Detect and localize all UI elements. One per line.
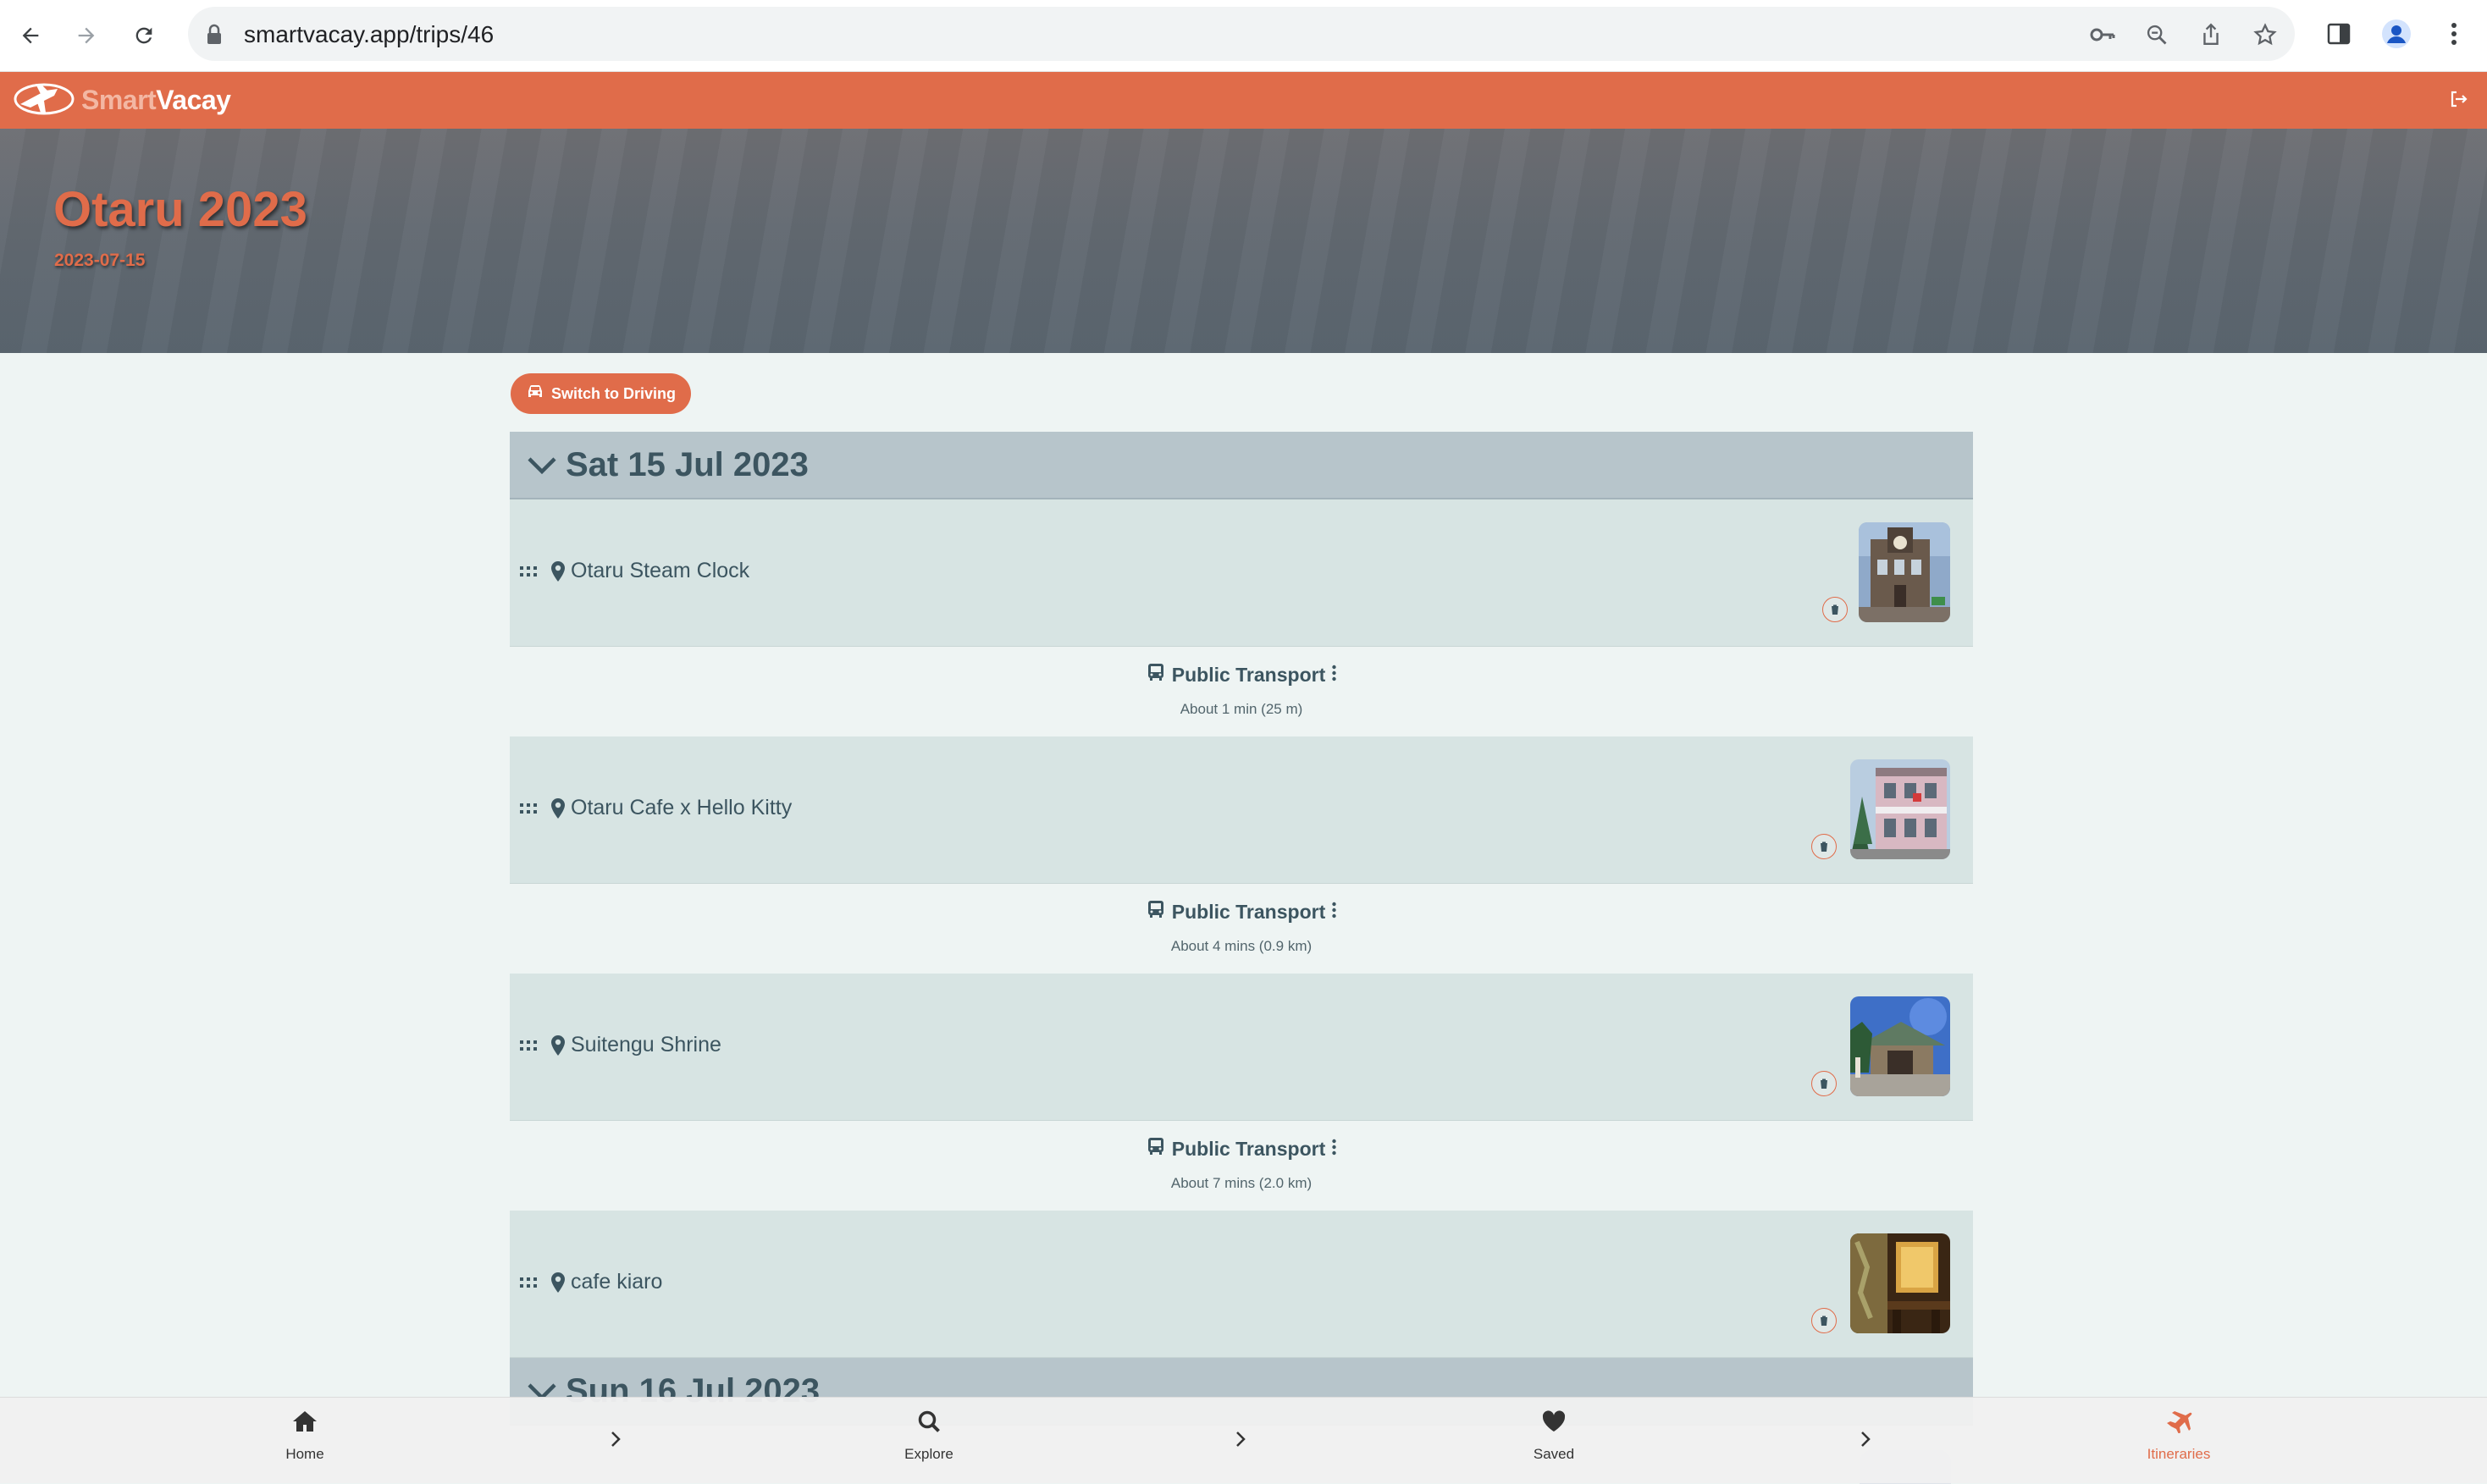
map-pin-icon xyxy=(550,1034,566,1061)
menu-dots-icon[interactable] xyxy=(2437,17,2471,51)
browser-toolbar: smartvacay.app/trips/46 xyxy=(0,0,2487,72)
nav-explore[interactable]: Explore xyxy=(861,1410,997,1463)
transit-segment[interactable]: Public Transport About 7 mins (2.0 km) xyxy=(510,1121,1973,1211)
profile-avatar-icon[interactable] xyxy=(2379,17,2413,51)
forward-icon[interactable] xyxy=(66,15,107,56)
trip-hero-banner: Otaru 2023 2023-07-15 xyxy=(0,129,2487,353)
map-pin-icon xyxy=(550,560,566,587)
home-icon xyxy=(291,1410,318,1437)
trash-icon[interactable] xyxy=(1811,1071,1837,1096)
transit-mode-label: Public Transport xyxy=(1171,900,1326,923)
nav-home[interactable]: Home xyxy=(237,1410,373,1463)
bottom-nav: Home Explore Saved Itineraries xyxy=(0,1397,2487,1483)
trash-icon[interactable] xyxy=(1822,597,1848,622)
bus-icon xyxy=(1147,663,1165,687)
stop-name: Otaru Cafe x Hello Kitty xyxy=(571,796,793,819)
reload-icon[interactable] xyxy=(124,15,164,56)
lock-icon xyxy=(205,24,224,50)
transit-segment[interactable]: Public Transport About 1 min (25 m) xyxy=(510,647,1973,736)
address-bar[interactable]: smartvacay.app/trips/46 xyxy=(188,7,2295,61)
switch-to-driving-button[interactable]: Switch to Driving xyxy=(511,373,692,414)
logo-text-smart: Smart xyxy=(81,84,157,115)
trash-icon[interactable] xyxy=(1811,1308,1837,1333)
transit-duration: About 7 mins (2.0 km) xyxy=(1170,1175,1313,1191)
transit-duration: About 1 min (25 m) xyxy=(1180,701,1303,717)
drag-handle-icon[interactable] xyxy=(520,566,537,582)
nav-saved-label: Saved xyxy=(1533,1446,1575,1462)
stop-name: Suitengu Shrine xyxy=(571,1033,721,1056)
search-icon xyxy=(917,1410,941,1437)
heart-icon xyxy=(1541,1410,1567,1437)
more-options-icon[interactable] xyxy=(1332,901,1336,924)
stop-photo[interactable] xyxy=(1850,1233,1950,1333)
day-header[interactable]: Sat 15 Jul 2023 xyxy=(510,432,1973,499)
transit-mode[interactable]: Public Transport xyxy=(510,663,1973,687)
chevron-right-icon xyxy=(610,1430,622,1453)
stop-item[interactable]: Otaru Steam Clock xyxy=(510,499,1973,647)
car-icon xyxy=(526,384,544,404)
map-pin-icon xyxy=(550,797,566,824)
stop-name: Otaru Steam Clock xyxy=(571,559,750,582)
side-panel-icon[interactable] xyxy=(2322,17,2356,51)
plane-logo-icon xyxy=(12,79,76,122)
stop-photo[interactable] xyxy=(1850,759,1950,859)
transit-mode-label: Public Transport xyxy=(1171,663,1326,686)
more-options-icon[interactable] xyxy=(1332,1138,1336,1161)
more-options-icon[interactable] xyxy=(1332,664,1336,687)
stop-name: cafe kiaro xyxy=(571,1270,663,1294)
stop-photo[interactable] xyxy=(1850,996,1950,1096)
logout-icon[interactable] xyxy=(2448,89,2468,113)
chevron-right-icon xyxy=(1860,1430,1871,1453)
stop-item[interactable]: Suitengu Shrine xyxy=(510,974,1973,1121)
transit-mode[interactable]: Public Transport xyxy=(510,1137,1973,1161)
trip-date: 2023-07-15 xyxy=(54,251,146,270)
map-pin-icon xyxy=(550,1272,566,1298)
trip-title: Otaru 2023 xyxy=(53,182,307,237)
drag-handle-icon[interactable] xyxy=(520,803,537,819)
nav-saved[interactable]: Saved xyxy=(1486,1410,1622,1463)
nav-itineraries-label: Itineraries xyxy=(2147,1446,2211,1462)
nav-home-label: Home xyxy=(285,1446,324,1462)
stop-item[interactable]: cafe kiaro xyxy=(510,1211,1973,1358)
app-header: SmartVacay xyxy=(0,72,2487,129)
drag-handle-icon[interactable] xyxy=(520,1277,537,1294)
url-text: smartvacay.app/trips/46 xyxy=(244,21,495,47)
day-label: Sat 15 Jul 2023 xyxy=(566,445,809,483)
logo-text: SmartVacay xyxy=(81,84,231,116)
back-icon[interactable] xyxy=(10,15,51,56)
transit-duration: About 4 mins (0.9 km) xyxy=(1170,938,1313,954)
itinerary-list: Sat 15 Jul 2023 Otaru Steam Clock Public… xyxy=(510,432,1973,1358)
chevron-down-icon xyxy=(527,446,557,484)
share-icon[interactable] xyxy=(2198,22,2224,47)
transit-mode-label: Public Transport xyxy=(1171,1137,1326,1160)
app-logo[interactable]: SmartVacay xyxy=(12,79,231,122)
zoom-icon[interactable] xyxy=(2144,22,2169,47)
transit-mode[interactable]: Public Transport xyxy=(510,900,1973,924)
nav-explore-label: Explore xyxy=(904,1446,953,1462)
bookmark-star-icon[interactable] xyxy=(2252,22,2278,47)
transit-segment[interactable]: Public Transport About 4 mins (0.9 km) xyxy=(510,884,1973,974)
logo-text-vacay: Vacay xyxy=(156,84,231,115)
stop-item[interactable]: Otaru Cafe x Hello Kitty xyxy=(510,736,1973,884)
plane-icon xyxy=(2165,1410,2192,1437)
drag-handle-icon[interactable] xyxy=(520,1040,537,1056)
chevron-right-icon xyxy=(1235,1430,1246,1453)
bus-icon xyxy=(1147,900,1165,924)
bus-icon xyxy=(1147,1137,1165,1161)
trash-icon[interactable] xyxy=(1811,834,1837,859)
key-icon[interactable] xyxy=(2090,22,2115,47)
switch-to-driving-label: Switch to Driving xyxy=(551,384,677,402)
stop-photo[interactable] xyxy=(1859,522,1950,622)
nav-itineraries[interactable]: Itineraries xyxy=(2111,1410,2247,1463)
